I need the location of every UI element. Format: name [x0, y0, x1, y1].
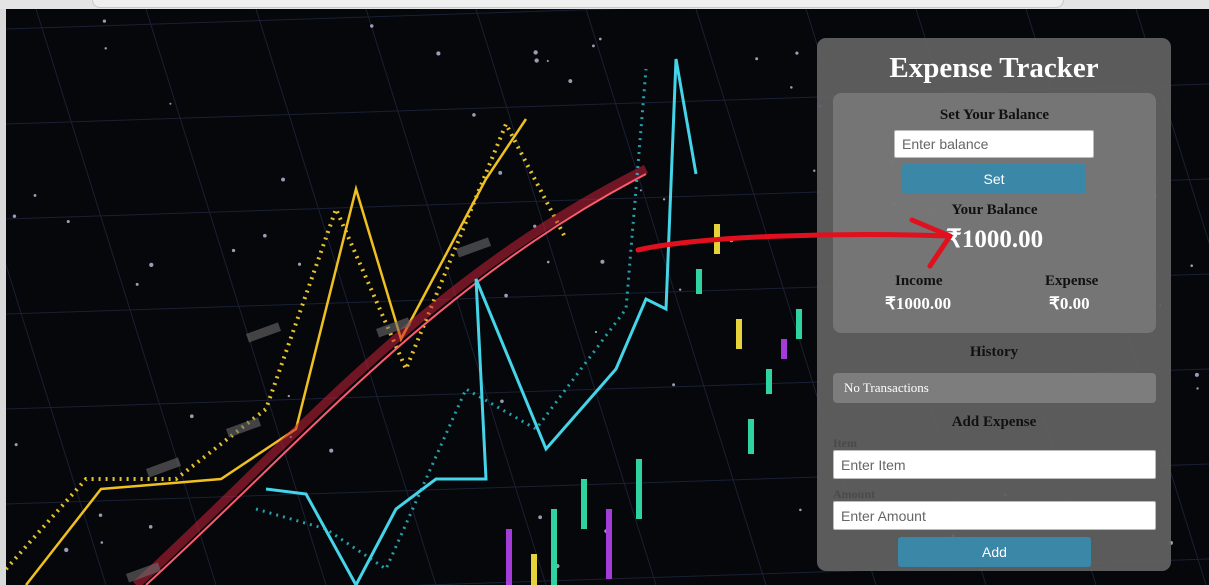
browser-address-bar-edge: [92, 0, 1064, 8]
add-expense-label: Add Expense: [951, 414, 1037, 430]
history-list: No Transactions: [833, 373, 1156, 403]
expense-tracker-panel: Expense Tracker Set Your Balance Set You…: [817, 38, 1171, 571]
expense-value: ₹0.00: [1049, 294, 1090, 313]
add-expense-button[interactable]: Add: [898, 537, 1091, 567]
expense-label: Expense: [1045, 273, 1099, 289]
item-input[interactable]: [833, 450, 1156, 479]
amount-input[interactable]: [833, 501, 1156, 530]
history-label: History: [969, 344, 1019, 360]
balance-input[interactable]: [894, 130, 1094, 158]
balance-value: ₹1000.00: [945, 226, 1044, 253]
app-title: Expense Tracker: [889, 52, 1099, 84]
your-balance-label: Your Balance: [951, 202, 1038, 218]
set-balance-button[interactable]: Set: [902, 164, 1086, 194]
balance-card: Set Your Balance Set Your Balance ₹1000.…: [833, 93, 1156, 333]
income-label: Income: [895, 273, 943, 289]
browser-top-edge: [0, 0, 1209, 9]
history-empty-text: No Transactions: [844, 380, 929, 395]
set-balance-label: Set Your Balance: [939, 107, 1050, 123]
amount-label: Amount: [833, 487, 876, 501]
income-value: ₹1000.00: [885, 294, 952, 313]
item-label: Item: [833, 436, 857, 450]
